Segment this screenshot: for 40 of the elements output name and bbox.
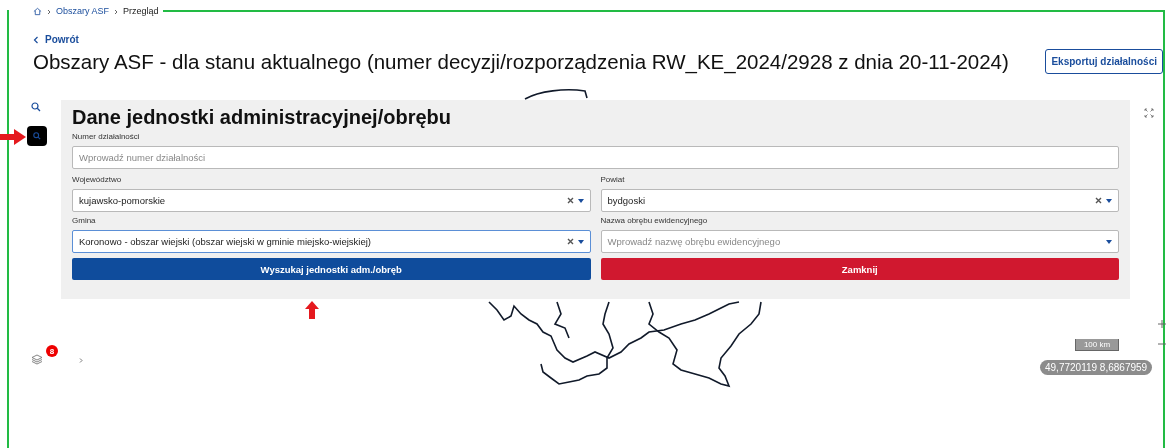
chevron-icon <box>46 8 52 15</box>
arrow-icon <box>0 129 26 145</box>
map-outline-drawing <box>524 89 588 100</box>
caret-icon[interactable] <box>1106 239 1112 244</box>
caret-icon[interactable] <box>577 198 584 203</box>
field-label: Województwo <box>72 175 123 184</box>
close-button[interactable]: Zamknij <box>600 258 1119 280</box>
home-icon[interactable] <box>33 7 42 16</box>
fullscreen-icon[interactable] <box>1144 108 1154 118</box>
breadcrumb-link[interactable]: Obszary ASF <box>56 7 109 16</box>
clear-icon[interactable] <box>566 197 574 204</box>
search-button[interactable]: Wyszukaj jednostki adm./obręb <box>72 258 591 280</box>
zoom-in-icon[interactable] <box>1158 320 1166 328</box>
clear-icon[interactable] <box>566 238 574 245</box>
coordinates-label: 49,7720119 8,6867959 <box>1040 360 1153 375</box>
back-link[interactable]: Powrót <box>33 34 79 45</box>
field-label: Nazwa obrębu ewidencyjnego <box>600 216 709 225</box>
field-label: Numer działalności <box>72 132 141 141</box>
caret-icon[interactable] <box>1106 198 1112 203</box>
search-icon <box>33 132 41 140</box>
field-label: Gmina <box>72 216 97 225</box>
select-field[interactable]: bydgoski <box>600 189 1119 212</box>
input-field[interactable]: Wprowadź numer działalności <box>72 146 1119 169</box>
arrow-icon <box>305 301 319 319</box>
select-field[interactable]: Koronowo - obszar wiejski (obszar wiejski w gminie miejsko-wiejskiej) <box>72 230 591 253</box>
breadcrumb-link[interactable]: Przegląd <box>123 7 159 16</box>
export-button[interactable]: Eksportuj działalności <box>1045 49 1163 74</box>
search-icon[interactable] <box>31 102 41 112</box>
layers-badge: 8 <box>46 345 58 357</box>
select-field[interactable]: kujawsko-pomorskie <box>72 189 591 212</box>
chevron-icon <box>113 8 119 15</box>
chevron-icon <box>33 35 39 44</box>
search-button[interactable] <box>27 126 47 146</box>
select-field[interactable]: Wprowadź nazwę obrębu ewidencyjnego <box>600 230 1119 253</box>
clear-icon[interactable] <box>1095 197 1102 204</box>
page-title: Obszary ASF - dla stanu aktualnego (numer decyzji/rozporządzenia RW_KE_2024/2928 z dnia 20-11-2024) <box>33 49 1009 74</box>
panel-title: Dane jednostki administracyjnej/obrębu <box>72 106 452 128</box>
caret-icon[interactable] <box>577 239 584 244</box>
scale-bar: 100 km <box>1075 339 1119 351</box>
field-label: Powiat <box>600 175 626 184</box>
